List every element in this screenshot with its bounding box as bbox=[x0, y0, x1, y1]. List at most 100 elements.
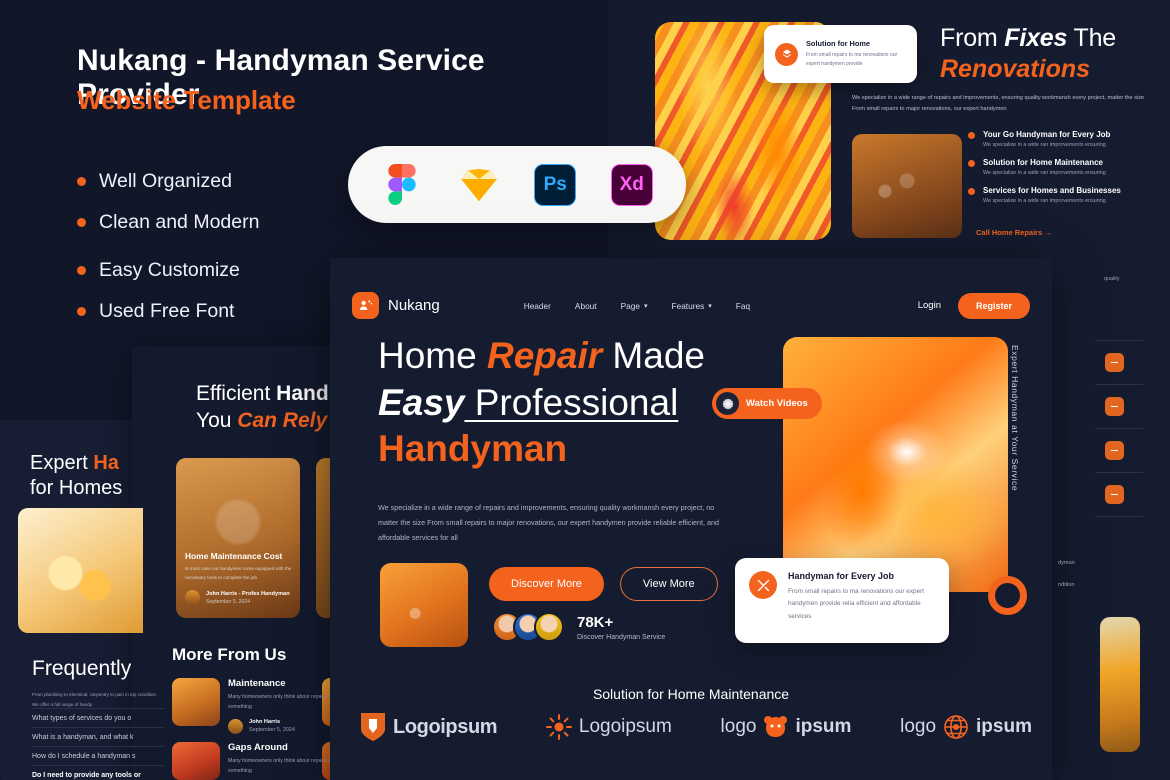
hero-paragraph: We specialize in a wide range of repairs… bbox=[378, 503, 720, 543]
expert-artwork bbox=[18, 508, 143, 633]
call-home-repairs-link[interactable]: Call Home Repairs → bbox=[976, 228, 1052, 237]
discover-more-button[interactable]: Discover More bbox=[489, 567, 604, 601]
hero-cta-group: Discover More View More bbox=[489, 567, 718, 601]
accordion-row-end bbox=[1095, 516, 1143, 560]
feature-sub: We specialize in a wide ran improvements… bbox=[983, 170, 1106, 176]
list-item-label: Clean and Modern bbox=[99, 211, 260, 233]
fixes-line1-a: From bbox=[940, 24, 1005, 52]
watch-videos-label: Watch Videos bbox=[746, 398, 808, 409]
logo-logoipsum-shield: Logoipsum bbox=[360, 712, 498, 742]
card-title: Home Maintenance Cost bbox=[185, 551, 283, 561]
bullet-icon bbox=[968, 188, 975, 195]
register-button[interactable]: Register bbox=[957, 292, 1030, 319]
post-date: September 5, 2024 bbox=[249, 727, 295, 734]
faq-item[interactable]: How do I schedule a handyman s bbox=[32, 746, 164, 765]
bear-icon bbox=[764, 716, 788, 737]
nav-item-about[interactable]: About bbox=[575, 301, 597, 311]
software-compatibility-pill: Ps Xd bbox=[348, 146, 686, 223]
minus-icon bbox=[1111, 361, 1118, 364]
hero-line1-b: Repair bbox=[486, 335, 603, 376]
view-more-button[interactable]: View More bbox=[619, 567, 718, 601]
bullet-icon bbox=[77, 266, 86, 275]
quality-text: quality bbox=[1104, 276, 1120, 282]
faq-item[interactable]: What is a handyman, and what k bbox=[32, 727, 164, 746]
decorative-ring bbox=[988, 576, 1027, 615]
minus-icon bbox=[1111, 449, 1118, 452]
accordion-toggle-button[interactable] bbox=[1105, 353, 1124, 372]
sketch-icon bbox=[457, 163, 501, 207]
brands-row: Logoipsum Logoipsum logo ipsum logo ipsu… bbox=[360, 712, 1032, 742]
strip-text: dyman ndition bbox=[1058, 560, 1158, 604]
list-item-label: Easy Customize bbox=[99, 259, 240, 281]
accordion-toggle-button[interactable] bbox=[1105, 485, 1124, 504]
post-thumbnail bbox=[172, 678, 220, 726]
fixes-headline: From Fixes The Renovations bbox=[940, 24, 1170, 84]
list-item-label: Well Organized bbox=[99, 170, 232, 192]
fixes-feature-item: Your Go Handyman for Every Job We specia… bbox=[968, 130, 1168, 148]
eff-line2-a: You bbox=[196, 409, 238, 432]
logo-logoipsum-globe: logo ipsum bbox=[900, 714, 1032, 740]
faq-item[interactable]: What types of services do you o bbox=[32, 708, 164, 727]
nav-item-features[interactable]: Features ▾ bbox=[672, 301, 712, 311]
poster-canvas: Solution for Home From small repairs to … bbox=[0, 0, 1170, 780]
card-author: John Harris - Profes Handyman bbox=[206, 590, 290, 597]
card-title: Handyman for Every Job bbox=[788, 571, 895, 581]
brands-title: Solution for Home Maintenance bbox=[592, 686, 790, 702]
hero-swirl-artwork bbox=[783, 337, 1008, 592]
maintenance-cost-caption: Home Maintenance Cost Is most case our h… bbox=[185, 551, 293, 606]
hero-line2-a: Easy bbox=[378, 381, 465, 423]
nav-item-faq[interactable]: Faq bbox=[736, 301, 750, 311]
fixes-feature-item: Solution for Home Maintenance We special… bbox=[968, 158, 1168, 176]
bullet-icon bbox=[968, 160, 975, 167]
minus-icon bbox=[1111, 493, 1118, 496]
login-link[interactable]: Login bbox=[918, 300, 941, 311]
eff-line2-b: Can Rely bbox=[237, 409, 328, 432]
accordion-row bbox=[1095, 384, 1143, 428]
brand-name: Nukang bbox=[388, 297, 440, 314]
avatar bbox=[534, 612, 564, 642]
chevron-down-icon: ▾ bbox=[644, 302, 648, 310]
accordion-toggle-button[interactable] bbox=[1105, 441, 1124, 460]
feature-sub: We specialize in a wide ran improvements… bbox=[983, 198, 1106, 204]
bullet-icon bbox=[77, 218, 86, 227]
hero-line2-b: Professional bbox=[464, 381, 679, 423]
expert-line1-b: Ha bbox=[93, 452, 119, 474]
chevron-down-icon: ▾ bbox=[708, 302, 712, 310]
feature-title: Your Go Handyman for Every Job bbox=[983, 130, 1111, 139]
nav-actions: Login Register bbox=[918, 292, 1030, 319]
bullet-icon bbox=[77, 177, 86, 186]
logo-logoipsum-bear: logo ipsum bbox=[720, 716, 852, 737]
list-item: Clean and Modern bbox=[77, 211, 377, 234]
fixes-line1-b: Fixes bbox=[1004, 24, 1068, 52]
faq-item-active[interactable]: Do I need to provide any tools or bbox=[32, 765, 164, 780]
hero-line1-a: Home bbox=[378, 335, 487, 376]
solution-icon bbox=[775, 42, 798, 66]
accordion-toggle-button[interactable] bbox=[1105, 397, 1124, 416]
strip-artwork bbox=[1100, 617, 1140, 752]
fixes-paragraph: We specialize in a wide range of repairs… bbox=[852, 95, 1145, 112]
fixes-feature-item: Services for Homes and Businesses We spe… bbox=[968, 186, 1168, 204]
brand[interactable]: Nukang bbox=[352, 292, 440, 319]
strip-line: dyman bbox=[1058, 560, 1075, 566]
shield-icon bbox=[361, 713, 385, 741]
solution-card-title: Solution for Home bbox=[806, 38, 871, 48]
avatar-group bbox=[492, 612, 564, 642]
avatar bbox=[185, 590, 200, 606]
solution-for-home-card: Solution for Home From small repairs to … bbox=[764, 25, 917, 83]
nav-links: Header About Page ▾ Features ▾ Faq bbox=[524, 301, 750, 311]
nav-item-header[interactable]: Header bbox=[524, 301, 551, 311]
more-from-us-title: More From Us bbox=[172, 645, 287, 664]
eff-line1-b: Hand bbox=[276, 382, 329, 405]
vertical-tagline: Expert Handyman at Your Service bbox=[1010, 345, 1020, 492]
card-date: September 5, 2024 bbox=[206, 598, 251, 605]
hero-thumbnail bbox=[380, 563, 468, 647]
strip-line: ndition bbox=[1058, 582, 1075, 588]
accordion-row bbox=[1095, 428, 1143, 472]
minus-icon bbox=[1111, 405, 1118, 408]
page-subtitle: Website Template bbox=[77, 85, 296, 115]
watch-videos-button[interactable]: Watch Videos bbox=[712, 388, 822, 419]
social-count: 78K+ bbox=[577, 613, 614, 631]
faq-title: Frequently bbox=[32, 657, 132, 680]
nav-item-page[interactable]: Page ▾ bbox=[621, 301, 648, 311]
team-photo-top bbox=[852, 134, 962, 238]
